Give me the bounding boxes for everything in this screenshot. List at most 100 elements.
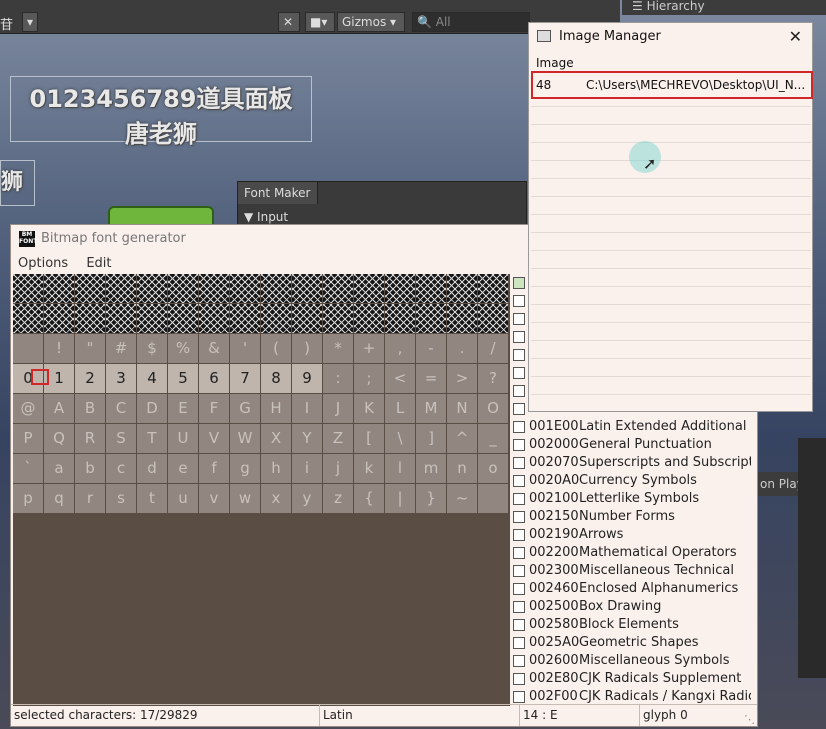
grid-cell[interactable]: T — [137, 424, 167, 453]
grid-cell[interactable] — [13, 274, 43, 303]
grid-cell[interactable]: b — [75, 454, 105, 483]
grid-cell[interactable] — [478, 514, 508, 543]
grid-cell[interactable] — [292, 634, 322, 663]
grid-cell[interactable] — [106, 664, 136, 693]
grid-cell[interactable] — [354, 634, 384, 663]
grid-cell[interactable] — [13, 544, 43, 573]
grid-cell[interactable] — [385, 664, 415, 693]
grid-cell[interactable]: S — [106, 424, 136, 453]
grid-cell[interactable] — [13, 634, 43, 663]
resize-grip-icon[interactable]: ⋱ — [744, 709, 755, 729]
grid-cell[interactable]: / — [478, 334, 508, 363]
grid-cell[interactable]: ; — [354, 364, 384, 393]
grid-cell[interactable]: o — [478, 454, 508, 483]
grid-cell[interactable]: & — [199, 334, 229, 363]
grid-cell[interactable] — [416, 274, 446, 303]
grid-cell[interactable]: ? — [478, 364, 508, 393]
checkbox-icon[interactable] — [513, 619, 525, 631]
grid-cell[interactable]: > — [447, 364, 477, 393]
charset-item[interactable]: 0025A0 Geometric Shapes — [511, 634, 751, 652]
grid-cell[interactable] — [354, 544, 384, 573]
grid-cell[interactable] — [416, 514, 446, 543]
grid-cell[interactable]: x — [261, 484, 291, 513]
grid-cell[interactable] — [230, 664, 260, 693]
grid-cell[interactable]: k — [354, 454, 384, 483]
grid-cell[interactable]: n — [447, 454, 477, 483]
grid-cell[interactable]: C — [106, 394, 136, 423]
hierarchy-tab[interactable]: ☰ Hierarchy — [622, 0, 826, 15]
grid-cell[interactable] — [44, 274, 74, 303]
checkbox-icon[interactable] — [513, 421, 525, 433]
font-maker-tab[interactable]: Font Maker — [238, 182, 318, 204]
grid-cell[interactable]: D — [137, 394, 167, 423]
grid-cell[interactable]: $ — [137, 334, 167, 363]
grid-cell[interactable] — [137, 514, 167, 543]
grid-cell[interactable] — [75, 664, 105, 693]
grid-cell[interactable] — [292, 274, 322, 303]
grid-cell[interactable] — [44, 574, 74, 603]
grid-cell[interactable] — [323, 274, 353, 303]
grid-cell[interactable]: ] — [416, 424, 446, 453]
grid-cell[interactable] — [168, 664, 198, 693]
grid-cell[interactable] — [416, 664, 446, 693]
grid-cell[interactable] — [106, 634, 136, 663]
grid-cell[interactable]: _ — [478, 424, 508, 453]
grid-cell[interactable]: q — [44, 484, 74, 513]
charset-item[interactable]: 001E00 Latin Extended Additional — [511, 418, 751, 436]
grid-cell[interactable] — [416, 304, 446, 333]
grid-cell[interactable]: V — [199, 424, 229, 453]
grid-cell[interactable]: Y — [292, 424, 322, 453]
grid-cell[interactable] — [354, 514, 384, 543]
grid-cell[interactable] — [75, 574, 105, 603]
grid-cell[interactable] — [292, 544, 322, 573]
grid-cell[interactable] — [261, 574, 291, 603]
grid-cell[interactable] — [137, 544, 167, 573]
grid-cell[interactable] — [199, 604, 229, 633]
grid-cell[interactable]: - — [416, 334, 446, 363]
grid-cell[interactable]: u — [168, 484, 198, 513]
grid-cell[interactable] — [323, 514, 353, 543]
checkbox-icon[interactable] — [513, 331, 525, 343]
grid-cell[interactable] — [292, 304, 322, 333]
grid-cell[interactable]: 9 — [292, 364, 322, 393]
charset-item[interactable]: 002000 General Punctuation — [511, 436, 751, 454]
grid-cell[interactable] — [137, 574, 167, 603]
grid-cell[interactable]: E — [168, 394, 198, 423]
grid-cell[interactable] — [75, 274, 105, 303]
grid-cell[interactable]: ` — [13, 454, 43, 483]
character-grid[interactable]: ! " # $% & '() * +, -./0 1 2 3 4 5 6 7 8 9:; < = >? @ A B C D E F G H… — [13, 274, 510, 706]
grid-cell[interactable] — [478, 544, 508, 573]
grid-cell[interactable]: ) — [292, 334, 322, 363]
charset-item[interactable]: 0020A0 Currency Symbols — [511, 472, 751, 490]
grid-cell[interactable] — [354, 574, 384, 603]
grid-cell[interactable] — [292, 604, 322, 633]
grid-cell[interactable] — [292, 574, 322, 603]
grid-cell[interactable] — [44, 664, 74, 693]
grid-cell[interactable]: % — [168, 334, 198, 363]
grid-cell[interactable]: A — [44, 394, 74, 423]
grid-cell[interactable]: d — [137, 454, 167, 483]
grid-cell[interactable] — [385, 604, 415, 633]
grid-cell[interactable] — [44, 544, 74, 573]
grid-cell[interactable] — [106, 514, 136, 543]
grid-cell[interactable]: 4 — [137, 364, 167, 393]
grid-cell[interactable]: < — [385, 364, 415, 393]
grid-cell[interactable] — [199, 664, 229, 693]
checkbox-icon[interactable] — [513, 493, 525, 505]
menu-options[interactable]: Options — [11, 256, 75, 271]
grid-cell[interactable] — [199, 634, 229, 663]
grid-cell[interactable] — [416, 604, 446, 633]
grid-cell[interactable]: 7 — [230, 364, 260, 393]
checkbox-icon[interactable] — [513, 277, 525, 289]
grid-cell[interactable]: f — [199, 454, 229, 483]
checkbox-icon[interactable] — [513, 349, 525, 361]
grid-cell[interactable] — [323, 604, 353, 633]
grid-cell[interactable]: M — [416, 394, 446, 423]
grid-cell[interactable] — [199, 304, 229, 333]
grid-cell[interactable] — [13, 334, 43, 363]
grid-cell[interactable] — [168, 634, 198, 663]
grid-cell[interactable] — [478, 574, 508, 603]
grid-cell[interactable] — [106, 274, 136, 303]
grid-cell[interactable]: l — [385, 454, 415, 483]
grid-cell[interactable] — [261, 544, 291, 573]
